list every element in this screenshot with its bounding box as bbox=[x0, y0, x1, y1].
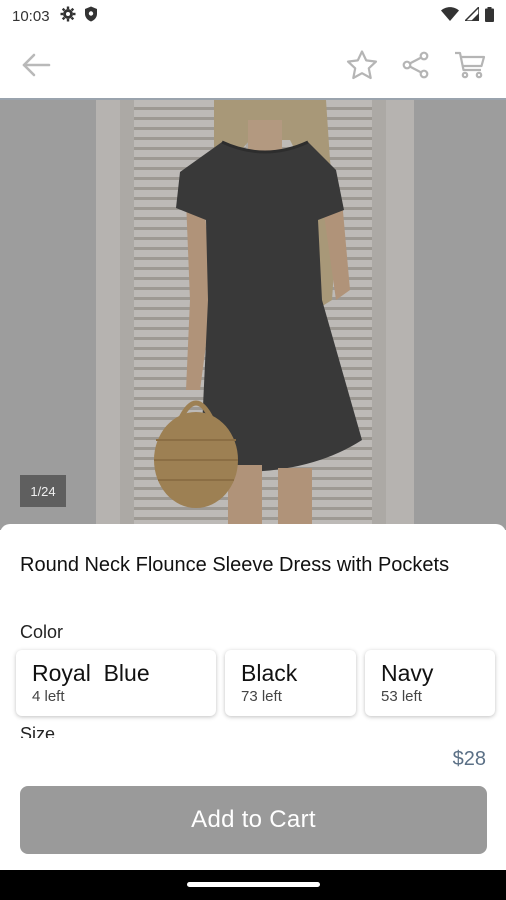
add-to-cart-button[interactable]: Add to Cart bbox=[20, 786, 487, 854]
color-option-navy[interactable]: Navy 53 left bbox=[365, 650, 495, 716]
purchase-footer: $28 Add to Cart bbox=[0, 738, 506, 870]
shield-icon bbox=[84, 6, 98, 26]
battery-icon bbox=[485, 6, 494, 26]
product-screen: 10:03 1/24 Round Neck Flounce Sleeve Dre… bbox=[0, 0, 506, 870]
signal-icon bbox=[463, 5, 480, 25]
color-stock: 53 left bbox=[381, 688, 422, 705]
wifi-icon bbox=[441, 7, 459, 25]
home-handle[interactable] bbox=[187, 882, 320, 887]
color-options: Royal Blue 4 left Black 73 left Navy 53 … bbox=[16, 650, 495, 716]
back-arrow-icon[interactable] bbox=[16, 45, 56, 85]
image-dim-overlay bbox=[0, 100, 506, 530]
status-bar: 10:03 bbox=[0, 0, 506, 32]
system-nav-bar bbox=[0, 870, 506, 900]
color-option-black[interactable]: Black 73 left bbox=[225, 650, 356, 716]
color-label: Color bbox=[20, 622, 64, 642]
color-option-royal-blue[interactable]: Royal Blue 4 left bbox=[16, 650, 216, 716]
product-image[interactable]: 1/24 bbox=[0, 100, 506, 530]
product-title: Round Neck Flounce Sleeve Dress with Poc… bbox=[20, 554, 450, 576]
cart-icon[interactable] bbox=[450, 45, 490, 85]
color-stock: 73 left bbox=[241, 688, 282, 705]
star-icon[interactable] bbox=[342, 45, 382, 85]
share-icon[interactable] bbox=[396, 45, 436, 85]
color-stock: 4 left bbox=[32, 688, 65, 705]
image-counter: 1/24 bbox=[20, 475, 66, 507]
gear-icon bbox=[60, 6, 76, 26]
app-bar bbox=[0, 32, 506, 98]
status-time: 10:03 bbox=[12, 7, 50, 25]
product-price: $28 bbox=[452, 748, 486, 770]
color-name: Black bbox=[241, 660, 298, 686]
color-name: Navy bbox=[381, 660, 434, 686]
color-name: Royal Blue bbox=[32, 660, 150, 686]
